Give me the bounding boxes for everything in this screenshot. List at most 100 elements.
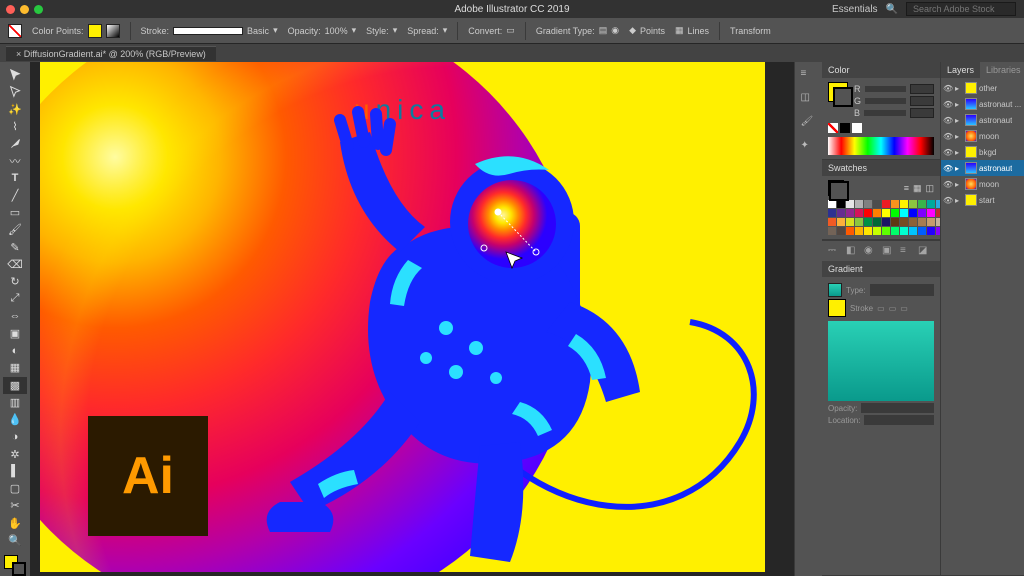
direct-selection-tool[interactable] [3, 83, 27, 100]
rectangle-tool[interactable]: ▭ [3, 204, 27, 221]
swatch[interactable] [864, 209, 872, 217]
layer-row[interactable]: 👁▸astronaut ... [941, 96, 1024, 112]
graphic-styles-icon[interactable]: ▣ [882, 245, 894, 257]
lines-toggle[interactable]: ▦ [675, 25, 684, 36]
blue-input[interactable] [910, 108, 934, 118]
layer-row[interactable]: 👁▸other [941, 80, 1024, 96]
swatch[interactable] [891, 209, 899, 217]
close-window-icon[interactable] [6, 5, 15, 14]
column-graph-tool[interactable]: ▌ [3, 463, 27, 480]
swatch[interactable] [846, 209, 854, 217]
document-tab[interactable]: × DiffusionGradient.ai* @ 200% (RGB/Prev… [6, 46, 216, 61]
gradient-tool[interactable]: ▥ [3, 394, 27, 411]
stroke-panel-icon[interactable]: ⎓ [828, 245, 840, 257]
gradient-swatch-icon[interactable] [106, 24, 120, 38]
artboard-tool[interactable]: ▢ [3, 480, 27, 497]
expand-toggle-icon[interactable]: ▸ [955, 148, 963, 157]
green-slider[interactable] [865, 98, 906, 104]
swatch[interactable] [927, 218, 935, 226]
swatch[interactable] [846, 218, 854, 226]
shaper-tool[interactable]: ✎ [3, 239, 27, 256]
width-tool[interactable]: ⇔ [3, 308, 27, 325]
swatch[interactable] [909, 200, 917, 208]
stroke-grad-2-icon[interactable]: ▭ [889, 304, 897, 313]
transparency-panel-icon[interactable]: ◧ [846, 245, 858, 257]
stroke-weight-control[interactable] [173, 27, 243, 35]
workspace-switcher[interactable]: Essentials [832, 4, 878, 15]
gradient-panel-tab[interactable]: Gradient [822, 261, 940, 277]
layer-row[interactable]: 👁▸astronaut [941, 112, 1024, 128]
swatch[interactable] [864, 218, 872, 226]
lasso-tool[interactable]: ⌇ [3, 118, 27, 135]
swatch[interactable] [891, 227, 899, 235]
swatch[interactable] [927, 200, 935, 208]
pen-tool[interactable] [3, 135, 27, 152]
opacity-value[interactable]: 100% [325, 26, 348, 36]
stroke-grad-1-icon[interactable]: ▭ [877, 304, 885, 313]
pathfinder-panel-icon[interactable]: ◪ [918, 245, 930, 257]
swatch[interactable] [900, 218, 908, 226]
none-color-icon[interactable] [828, 123, 838, 133]
visibility-toggle-icon[interactable]: 👁 [943, 164, 953, 173]
swatch[interactable] [873, 218, 881, 226]
color-points-control[interactable]: Color Points: [32, 24, 120, 38]
points-toggle[interactable]: ◆ [629, 25, 636, 36]
swatch[interactable] [828, 209, 836, 217]
align-panel-icon[interactable]: ≡ [900, 245, 912, 257]
visibility-toggle-icon[interactable]: 👁 [943, 196, 953, 205]
swatch[interactable] [837, 218, 845, 226]
expand-toggle-icon[interactable]: ▸ [955, 180, 963, 189]
swatch[interactable] [864, 227, 872, 235]
layer-row[interactable]: 👁▸moon [941, 128, 1024, 144]
search-icon[interactable]: 🔍 [886, 4, 898, 15]
type-tool[interactable]: T [3, 170, 27, 187]
swatches-fillstroke-icon[interactable] [828, 180, 844, 196]
scale-tool[interactable]: ⤢ [3, 290, 27, 307]
swatch[interactable] [855, 227, 863, 235]
gradient-fillstroke-icon[interactable] [828, 299, 846, 317]
swatch[interactable] [918, 218, 926, 226]
style-dropdown[interactable]: ▾ [393, 25, 398, 36]
swatch[interactable] [927, 227, 935, 235]
appearance-panel-icon[interactable]: ◉ [864, 245, 876, 257]
fill-swatch[interactable] [88, 24, 102, 38]
swatch[interactable] [855, 218, 863, 226]
swatch[interactable] [873, 200, 881, 208]
swatch[interactable] [909, 227, 917, 235]
swatch[interactable] [891, 218, 899, 226]
swatch[interactable] [900, 227, 908, 235]
gradient-location-input[interactable] [864, 415, 934, 425]
perspective-tool[interactable]: ▦ [3, 359, 27, 376]
artboard[interactable]: unica [40, 62, 765, 572]
swatch[interactable] [846, 200, 854, 208]
swatch[interactable] [882, 218, 890, 226]
swatch[interactable] [828, 200, 836, 208]
symbol-sprayer-tool[interactable]: ✲ [3, 446, 27, 463]
swatches-panel-tab[interactable]: Swatches [822, 160, 940, 176]
paintbrush-tool[interactable]: 🖌 [3, 221, 27, 238]
transform-panel-link[interactable]: Transform [730, 26, 771, 36]
swatch[interactable] [882, 209, 890, 217]
selection-tool[interactable] [3, 66, 27, 83]
magic-wand-tool[interactable]: ✨ [3, 101, 27, 118]
astronaut-shape[interactable] [220, 102, 700, 572]
swatch[interactable] [927, 209, 935, 217]
swatch[interactable] [864, 200, 872, 208]
expand-toggle-icon[interactable]: ▸ [955, 84, 963, 93]
swatch[interactable] [873, 227, 881, 235]
visibility-toggle-icon[interactable]: 👁 [943, 180, 953, 189]
brushes-icon[interactable]: 🖌 [801, 116, 817, 132]
color-spectrum[interactable] [828, 137, 934, 155]
expand-toggle-icon[interactable]: ▸ [955, 196, 963, 205]
convert-rect-icon[interactable]: ▭ [506, 25, 515, 36]
swatch[interactable] [918, 227, 926, 235]
layer-row[interactable]: 👁▸moon [941, 176, 1024, 192]
eraser-tool[interactable]: ⌫ [3, 256, 27, 273]
swatch[interactable] [855, 200, 863, 208]
eyedropper-tool[interactable]: 💧 [3, 411, 27, 428]
black-swatch[interactable] [840, 123, 850, 133]
visibility-toggle-icon[interactable]: 👁 [943, 132, 953, 141]
slice-tool[interactable]: ✂ [3, 497, 27, 514]
swatch-view-list-icon[interactable]: ≡ [904, 183, 909, 194]
swatch[interactable] [828, 227, 836, 235]
